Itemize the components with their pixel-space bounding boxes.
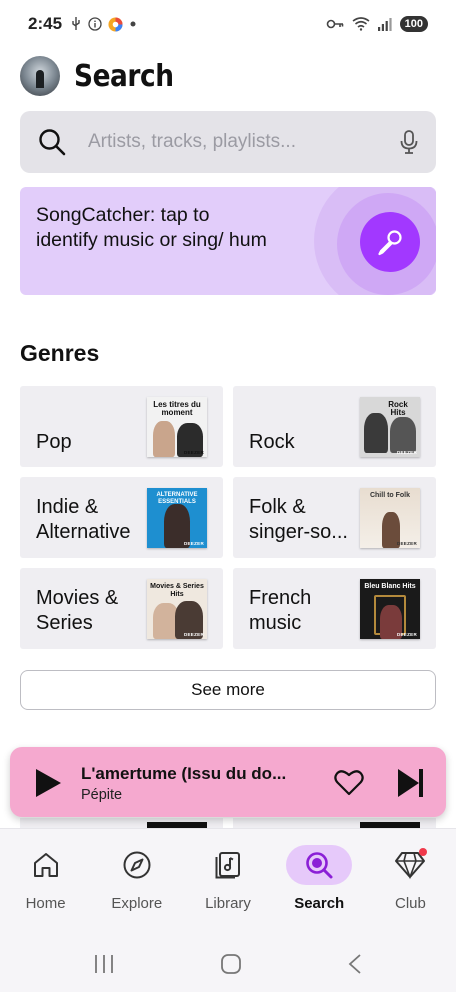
- recent-apps-icon[interactable]: [93, 954, 115, 974]
- track-title: L'amertume (Issu du do...: [81, 764, 287, 783]
- genre-card-french-music[interactable]: French music Bleu Blanc Hits DEEZER: [233, 568, 436, 649]
- artwork-brand: DEEZER: [396, 450, 417, 455]
- home-icon: [33, 853, 58, 877]
- search-input[interactable]: [88, 131, 400, 153]
- info-icon: [88, 17, 102, 31]
- genre-card-rock[interactable]: Rock Rock Hits DEEZER: [233, 386, 436, 467]
- bottom-nav: Home Explore Library Search Club: [0, 828, 456, 936]
- search-icon: [306, 852, 333, 879]
- mini-player[interactable]: L'amertume (Issu du do... Pépite: [10, 747, 446, 817]
- artwork-brand: DEEZER: [183, 632, 204, 637]
- nav-label: Home: [25, 895, 66, 912]
- status-time: 2:45: [28, 14, 63, 33]
- status-left: 2:45: [28, 14, 137, 34]
- avatar[interactable]: [20, 56, 60, 96]
- nav-icon-container: [377, 845, 443, 885]
- status-notification-icons: [70, 16, 137, 32]
- search-bar[interactable]: [20, 111, 436, 173]
- artwork-figure: [390, 417, 416, 453]
- page-header: Search: [20, 56, 187, 96]
- artwork-caption: Chill to Folk: [369, 492, 411, 499]
- genres-title: Genres: [20, 340, 100, 366]
- genre-artwork: Les titres du moment DEEZER: [147, 397, 207, 457]
- artwork-brand: DEEZER: [396, 632, 417, 637]
- track-artist: Pépite: [81, 787, 123, 803]
- microphone-icon: [378, 230, 402, 256]
- nav-label: Library: [205, 895, 251, 912]
- compass-icon: [123, 851, 151, 879]
- nav-item-explore[interactable]: Explore: [91, 829, 182, 936]
- nav-label: Search: [294, 895, 345, 912]
- artwork-figure: [364, 413, 388, 453]
- page-title: Search: [74, 58, 174, 94]
- library-icon: [215, 852, 240, 879]
- genre-artwork: Bleu Blanc Hits DEEZER: [360, 579, 420, 639]
- artwork-brand: DEEZER: [183, 541, 204, 546]
- genre-label: Movies & Series: [36, 587, 119, 634]
- nav-item-home[interactable]: Home: [0, 829, 91, 936]
- system-navigation-bar: [0, 936, 456, 992]
- genre-label: Indie & Alternative: [36, 496, 131, 543]
- genre-card-pop[interactable]: Pop Les titres du moment DEEZER: [20, 386, 223, 467]
- app-icon: [108, 16, 123, 32]
- back-icon[interactable]: [347, 953, 363, 975]
- signal-icon: [377, 17, 392, 31]
- genre-artwork: Chill to Folk DEEZER: [360, 488, 420, 548]
- songcatcher-banner[interactable]: SongCatcher: tap to identify music or si…: [20, 187, 436, 295]
- songcatcher-button[interactable]: [360, 212, 420, 272]
- genre-card-indie-alternative[interactable]: Indie & Alternative ALTERNATIVE ESSENTIA…: [20, 477, 223, 558]
- key-icon: [326, 19, 343, 29]
- artwork-caption: Les titres du moment: [153, 400, 201, 417]
- artwork-caption: Rock Hits: [388, 400, 408, 417]
- nav-item-search[interactable]: Search: [274, 829, 365, 936]
- nav-item-library[interactable]: Library: [182, 829, 273, 936]
- songcatcher-text: SongCatcher: tap to identify music or si…: [36, 204, 267, 251]
- genre-label: French music: [249, 587, 312, 634]
- play-icon[interactable]: [34, 768, 62, 798]
- battery-level: 100: [399, 16, 428, 32]
- nav-icon-container: [286, 845, 353, 885]
- artwork-brand: DEEZER: [396, 541, 417, 546]
- artwork-brand: DEEZER: [183, 450, 204, 455]
- nav-icon-container: [104, 845, 170, 885]
- nav-icon-container: [195, 845, 261, 885]
- nav-item-club[interactable]: Club: [365, 829, 456, 936]
- genre-artwork: Rock Hits DEEZER: [360, 397, 420, 457]
- heart-icon[interactable]: [334, 769, 364, 796]
- nav-label: Explore: [111, 895, 163, 912]
- microphone-icon[interactable]: [400, 130, 418, 154]
- usb-icon: [72, 17, 80, 30]
- search-icon: [39, 129, 66, 156]
- genre-label: Pop: [36, 431, 72, 453]
- skip-next-icon[interactable]: [397, 768, 425, 798]
- genre-artwork: ALTERNATIVE ESSENTIALS DEEZER: [147, 488, 207, 548]
- artwork-caption: Movies & Series Hits: [150, 583, 204, 598]
- status-bar: 2:45 100: [0, 0, 456, 48]
- artwork-caption: Bleu Blanc Hits: [364, 583, 416, 590]
- dot-icon: [130, 21, 136, 27]
- artwork-caption: ALTERNATIVE ESSENTIALS: [156, 492, 198, 505]
- see-more-button[interactable]: See more: [20, 670, 436, 710]
- wifi-icon: [352, 17, 370, 31]
- genre-card-folk-singer-songwriter[interactable]: Folk & singer-so... Chill to Folk DEEZER: [233, 477, 436, 558]
- nav-label: Club: [394, 895, 426, 912]
- genre-card-movies-series[interactable]: Movies & Series Movies & Series Hits DEE…: [20, 568, 223, 649]
- artwork-figure: [153, 421, 175, 457]
- genre-artwork: Movies & Series Hits DEEZER: [147, 579, 207, 639]
- home-button-icon[interactable]: [220, 953, 242, 975]
- genre-label: Folk & singer-so...: [249, 496, 348, 543]
- nav-icon-container: [13, 845, 79, 885]
- genre-label: Rock: [249, 431, 295, 453]
- status-right: 100: [326, 16, 428, 32]
